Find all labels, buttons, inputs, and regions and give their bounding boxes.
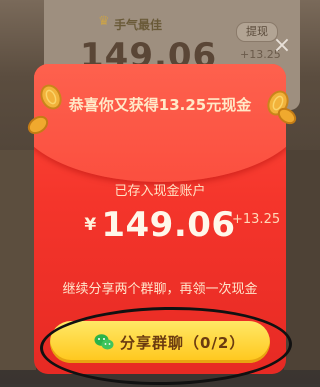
close-icon[interactable]: × bbox=[272, 35, 292, 57]
share-hint: 继续分享两个群聊，再领一次现金 bbox=[62, 282, 258, 297]
added-amount: +13.25 bbox=[232, 212, 281, 227]
balance-amount: 149.06 bbox=[101, 205, 236, 245]
background-tag: 手气最佳 bbox=[114, 18, 163, 32]
currency-symbol: ¥ bbox=[84, 215, 97, 235]
wechat-icon bbox=[94, 334, 114, 350]
share-group-button-label: 分享群聊（0/2） bbox=[120, 334, 246, 352]
coin-icon bbox=[27, 115, 49, 135]
share-group-button[interactable]: 分享群聊（0/2） bbox=[50, 321, 270, 363]
envelope-flap bbox=[34, 64, 286, 182]
crown-icon: ♛ bbox=[98, 14, 110, 29]
deposit-subtitle: 已存入现金账户 bbox=[114, 184, 206, 199]
reward-title: 恭喜你又获得13.25元现金 bbox=[68, 96, 252, 114]
